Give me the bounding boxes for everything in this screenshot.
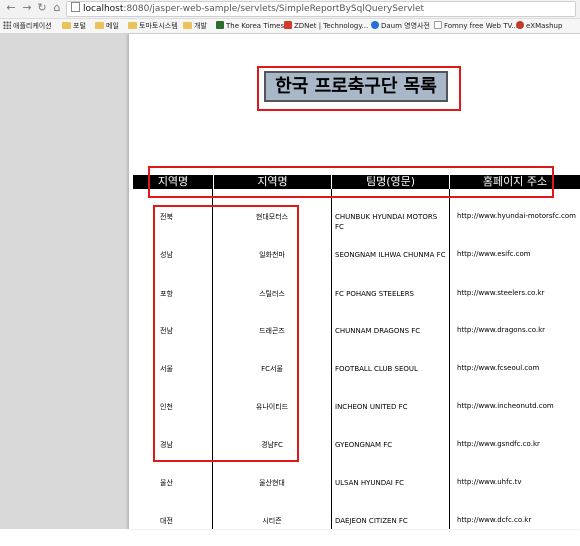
home-icon[interactable]: ⌂: [50, 1, 64, 15]
bookmark-label: 개발: [194, 22, 207, 30]
bookmark-label: 메일: [106, 22, 119, 30]
bookmark-zdnet[interactable]: ZDNet | Technology...: [284, 19, 368, 33]
daum-icon: [371, 21, 379, 29]
forward-arrow-icon[interactable]: →: [20, 1, 34, 15]
url-host: localhost: [83, 4, 124, 14]
bookmark-folder-portal[interactable]: 포털: [62, 19, 86, 33]
folder-icon: [128, 22, 137, 29]
cell-region: 대전: [160, 517, 173, 525]
rows-annotation-box: [153, 205, 299, 462]
viewer-background: [0, 34, 128, 529]
cell-homepage: http://www.hyundai-motorsfc.com: [457, 212, 576, 220]
back-arrow-icon[interactable]: ←: [4, 1, 18, 15]
cell-homepage: http://www.uhfc.tv: [457, 478, 522, 486]
reload-icon[interactable]: ↻: [35, 1, 49, 15]
bookmarks-bar: 애플리케이션 포털 메일 토마토시스템 개발 The Korea Times Z…: [0, 19, 580, 34]
cell-homepage: http://www.fcseoul.com: [457, 364, 540, 372]
korea-times-icon: [216, 21, 224, 29]
apps-icon: [3, 21, 11, 29]
bookmark-label: 포털: [73, 22, 86, 30]
cell-english-name: DAEJEON CITIZEN FC: [335, 517, 408, 525]
address-bar[interactable]: localhost:8080/jasper-web-sample/servlet…: [66, 1, 576, 17]
bookmark-korea-times[interactable]: The Korea Times: [216, 19, 284, 33]
cell-region: 울산: [160, 479, 173, 487]
cell-english-name: INCHEON UNITED FC: [335, 403, 408, 411]
page-icon: [71, 2, 80, 12]
cell-english-name: CHUNBUK HYUNDAI MOTORS FC: [335, 213, 438, 231]
bookmark-apps[interactable]: 애플리케이션: [3, 19, 52, 33]
cell-homepage: http://www.steelers.co.kr: [457, 289, 545, 297]
bookmark-label: 토마토시스템: [139, 22, 178, 30]
cell-homepage: http://www.dcfc.co.kr: [457, 516, 532, 524]
cell-english-name: SEONGNAM ILHWA CHUNMA FC: [335, 251, 446, 259]
browser-toolbar: ← → ↻ ⌂ localhost:8080/jasper-web-sample…: [0, 0, 580, 19]
cell-english-name: GYEONGNAM FC: [335, 441, 393, 449]
folder-icon: [62, 22, 71, 29]
page-icon: [434, 21, 442, 29]
bookmark-folder-mail[interactable]: 메일: [95, 19, 119, 33]
cell-homepage: http://www.dragons.co.kr: [457, 326, 546, 334]
bookmark-fomny[interactable]: Fomny free Web TV...: [434, 19, 518, 33]
bookmark-exmashup[interactable]: eXMashup: [516, 19, 562, 33]
bookmark-folder-tomato[interactable]: 토마토시스템: [128, 19, 178, 33]
bookmark-label: Fomny free Web TV...: [444, 22, 519, 30]
folder-icon: [183, 22, 192, 29]
cell-english-name: CHUNNAM DRAGONS FC: [335, 327, 421, 335]
header-annotation-box: [148, 166, 554, 198]
cell-homepage: http://www.gsndfc.co.kr: [457, 440, 540, 448]
cell-homepage: http://www.esifc.com: [457, 250, 531, 258]
url-path: :8080/jasper-web-sample/servlets/SimpleR…: [123, 4, 425, 14]
bookmark-label: ZDNet | Technology...: [294, 22, 369, 30]
cell-english-name: ULSAN HYUNDAI FC: [335, 479, 405, 487]
bookmark-label: The Korea Times: [226, 22, 285, 30]
bookmark-daum[interactable]: Daum 영영사전: [371, 19, 430, 33]
cell-english-name: FOOTBALL CLUB SEOUL: [335, 365, 418, 373]
cell-homepage: http://www.incheonutd.com: [457, 402, 554, 410]
zdnet-icon: [284, 21, 292, 29]
bookmark-label: eXMashup: [526, 22, 563, 30]
bookmark-folder-dev[interactable]: 개발: [183, 19, 207, 33]
cell-team: 울산현대: [259, 479, 285, 487]
table-row: 대전 시티즌 DAEJEON CITIZEN FC http://www.dcf…: [133, 516, 580, 546]
table-row: 울산 울산현대 ULSAN HYUNDAI FC http://www.uhfc…: [133, 478, 580, 508]
folder-icon: [95, 22, 104, 29]
title-annotation-box: [257, 66, 461, 111]
exmashup-icon: [516, 21, 524, 29]
cell-english-name: FC POHANG STEELERS: [335, 290, 415, 298]
cell-team: 시티즌: [262, 517, 282, 525]
bookmark-label: Daum 영영사전: [381, 22, 430, 30]
bookmark-label: 애플리케이션: [13, 22, 52, 30]
